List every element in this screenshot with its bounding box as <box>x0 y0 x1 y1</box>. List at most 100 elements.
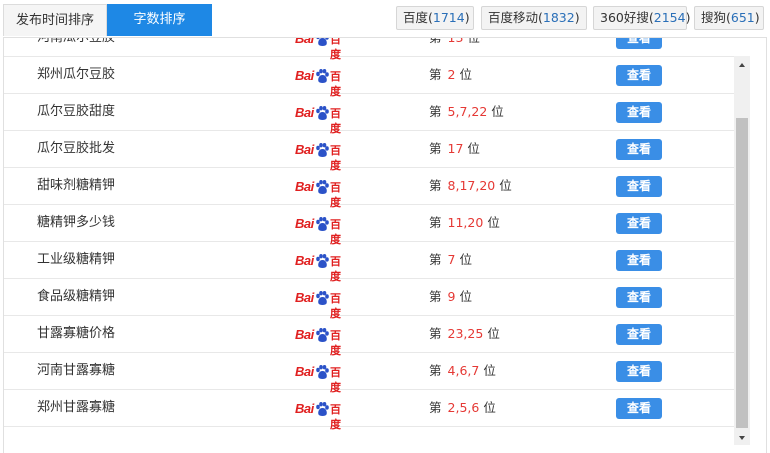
baidu-logo: Bai 百度 <box>295 179 351 209</box>
view-button[interactable]: 查看 <box>616 213 662 234</box>
rank-suffix: 位 <box>467 37 480 45</box>
results-panel: 河南瓜尔豆胶 Bai 百度 第 13 位 查看 郑州瓜尔豆胶 Bai 百度 第 … <box>3 37 767 453</box>
baidu-paw-icon <box>316 106 329 120</box>
rank-prefix: 第 <box>429 252 442 267</box>
view-button[interactable]: 查看 <box>616 398 662 419</box>
view-button[interactable]: 查看 <box>616 139 662 160</box>
engine-filter-sogou[interactable]: 搜狗(651) <box>694 6 764 30</box>
engine-filter-baidu-mobile[interactable]: 百度移动(1832) <box>481 6 587 30</box>
table-row: 甜味剂糖精钾 Bai 百度 第 8,17,20 位 查看 <box>4 168 734 209</box>
rank-text: 第 2,5,6 位 <box>429 390 496 426</box>
table-row: 瓜尔豆胶甜度 Bai 百度 第 5,7,22 位 查看 <box>4 94 734 135</box>
baidu-logo-text: Bai <box>295 401 314 416</box>
baidu-logo-text: Bai <box>295 216 314 231</box>
view-button[interactable]: 查看 <box>616 65 662 86</box>
table-row: 河南甘露寡糖 Bai 百度 第 4,6,7 位 查看 <box>4 353 734 394</box>
results-list: 河南瓜尔豆胶 Bai 百度 第 13 位 查看 郑州瓜尔豆胶 Bai 百度 第 … <box>4 37 734 431</box>
table-row: 郑州甘露寡糖 Bai 百度 第 2,5,6 位 查看 <box>4 390 734 431</box>
scrollbar[interactable] <box>734 56 750 445</box>
rank-suffix: 位 <box>459 289 472 304</box>
rank-number: 2 <box>447 67 456 82</box>
rank-text: 第 11,20 位 <box>429 205 500 241</box>
keyword-text: 郑州瓜尔豆胶 <box>37 67 116 82</box>
baidu-logo-text: Bai <box>295 253 314 268</box>
view-button[interactable]: 查看 <box>616 287 662 308</box>
rank-suffix: 位 <box>459 252 472 267</box>
baidu-logo: Bai 百度 <box>295 68 351 98</box>
baidu-paw-icon <box>316 328 329 342</box>
view-button[interactable]: 查看 <box>616 324 662 345</box>
baidu-logo-text: Bai <box>295 179 314 194</box>
rank-prefix: 第 <box>429 37 442 45</box>
rank-suffix: 位 <box>487 326 500 341</box>
keyword-text: 糖精钾多少钱 <box>37 215 116 230</box>
baidu-logo: Bai 百度 <box>295 364 351 394</box>
rank-prefix: 第 <box>429 363 442 378</box>
tab-sort-by-word-count[interactable]: 字数排序 <box>107 4 212 36</box>
rank-prefix: 第 <box>429 178 442 193</box>
baidu-logo-cn-text: 百度 <box>330 403 341 431</box>
rank-number: 5,7,22 <box>447 104 488 119</box>
baidu-logo: Bai 百度 <box>295 216 351 246</box>
view-button[interactable]: 查看 <box>616 176 662 197</box>
keyword-text: 工业级糖精钾 <box>37 252 116 267</box>
table-row: 瓜尔豆胶批发 Bai 百度 第 17 位 查看 <box>4 131 734 172</box>
view-button[interactable]: 查看 <box>616 361 662 382</box>
rank-text: 第 5,7,22 位 <box>429 94 504 130</box>
engine-filter-360[interactable]: 360好搜(2154) <box>593 6 690 30</box>
view-button[interactable]: 查看 <box>616 102 662 123</box>
keyword-text: 河南甘露寡糖 <box>37 363 116 378</box>
baidu-logo: Bai 百度 <box>295 290 351 320</box>
baidu-paw-icon <box>316 38 329 46</box>
keyword-text: 瓜尔豆胶甜度 <box>37 104 116 119</box>
rank-prefix: 第 <box>429 67 442 82</box>
tab-sort-by-time[interactable]: 发布时间排序 <box>3 4 107 36</box>
scroll-up-arrow-icon[interactable] <box>734 58 750 72</box>
rank-prefix: 第 <box>429 141 442 156</box>
rank-prefix: 第 <box>429 104 442 119</box>
rank-number: 17 <box>447 141 464 156</box>
baidu-paw-icon <box>316 254 329 268</box>
keyword-text: 甜味剂糖精钾 <box>37 178 116 193</box>
rank-suffix: 位 <box>483 400 496 415</box>
tab-bar: 发布时间排序 字数排序 百度(1714) 百度移动(1832) 360好搜(21… <box>0 0 770 38</box>
rank-text: 第 23,25 位 <box>429 316 500 352</box>
scroll-down-arrow-icon[interactable] <box>734 431 750 445</box>
table-row: 食品级糖精钾 Bai 百度 第9位 查看 <box>4 279 734 320</box>
baidu-logo-text: Bai <box>295 37 314 46</box>
rank-prefix: 第 <box>429 400 442 415</box>
engine-count: 1832 <box>542 10 575 25</box>
engine-count: 2154 <box>653 10 686 25</box>
baidu-logo-text: Bai <box>295 290 314 305</box>
view-button[interactable]: 查看 <box>616 38 662 49</box>
baidu-logo-text: Bai <box>295 105 314 120</box>
baidu-logo: Bai 百度 <box>295 37 351 61</box>
rank-text: 第9位 <box>429 279 472 315</box>
view-button[interactable]: 查看 <box>616 250 662 271</box>
table-row: 工业级糖精钾 Bai 百度 第7位 查看 <box>4 242 734 283</box>
baidu-paw-icon <box>316 143 329 157</box>
engine-name: 百度 <box>403 10 429 25</box>
rank-number: 4,6,7 <box>447 363 480 378</box>
engine-filter-baidu[interactable]: 百度(1714) <box>396 6 474 30</box>
engine-count: 651 <box>730 10 755 25</box>
scrollbar-thumb[interactable] <box>736 118 748 428</box>
rank-text: 第2位 <box>429 57 472 93</box>
rank-number: 9 <box>447 289 456 304</box>
rank-number: 11,20 <box>447 215 484 230</box>
engine-name: 百度移动 <box>488 10 539 25</box>
baidu-logo-text: Bai <box>295 142 314 157</box>
keyword-text: 食品级糖精钾 <box>37 289 116 304</box>
engine-name: 搜狗 <box>701 10 727 25</box>
baidu-logo: Bai 百度 <box>295 401 351 431</box>
table-row: 郑州瓜尔豆胶 Bai 百度 第2位 查看 <box>4 57 734 98</box>
rank-suffix: 位 <box>499 178 512 193</box>
table-row: 河南瓜尔豆胶 Bai 百度 第 13 位 查看 <box>4 37 734 61</box>
baidu-paw-icon <box>316 69 329 83</box>
rank-number: 23,25 <box>447 326 484 341</box>
baidu-logo-text: Bai <box>295 68 314 83</box>
rank-text: 第 8,17,20 位 <box>429 168 512 204</box>
baidu-paw-icon <box>316 402 329 416</box>
baidu-paw-icon <box>316 291 329 305</box>
rank-number: 7 <box>447 252 456 267</box>
